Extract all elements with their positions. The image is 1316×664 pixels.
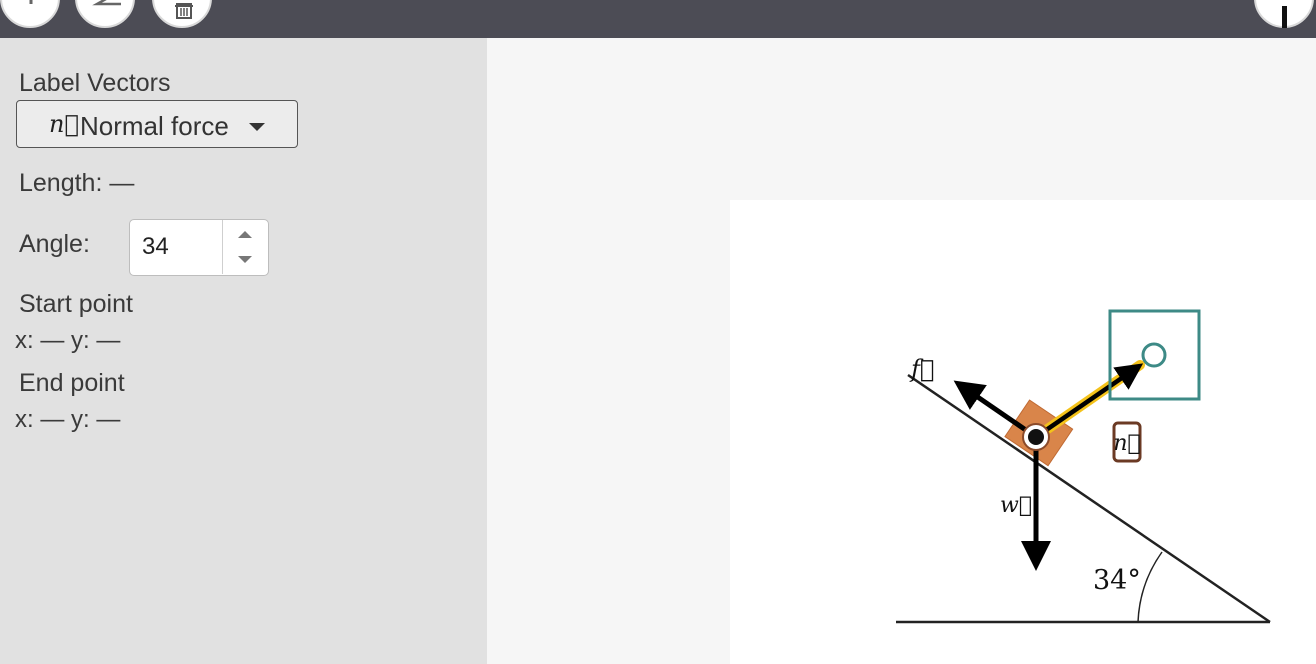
target-box bbox=[1108, 309, 1201, 401]
normal-label: n⃗ bbox=[1113, 431, 1140, 456]
endpoint-handle[interactable] bbox=[1141, 342, 1167, 368]
plus-icon bbox=[29, 0, 33, 4]
angle-input[interactable] bbox=[130, 220, 222, 274]
angle-arc bbox=[1137, 551, 1163, 623]
chevron-down-icon bbox=[249, 123, 265, 131]
info-icon bbox=[1282, 6, 1287, 28]
vector-name: Normal force bbox=[80, 111, 229, 141]
vector-select-dropdown[interactable]: n⃗ Normal force bbox=[16, 100, 298, 148]
label-vectors-heading: Label Vectors bbox=[19, 69, 171, 97]
length-label: Length: bbox=[19, 169, 103, 197]
sidebar: Label Vectors n⃗ Normal force Length: — … bbox=[0, 38, 487, 664]
add-vector-button[interactable] bbox=[0, 0, 60, 28]
angle-tool-button[interactable] bbox=[75, 0, 135, 28]
end-point-coords: x: — y: — bbox=[15, 406, 121, 433]
origin-dot bbox=[1028, 429, 1044, 445]
length-value: — bbox=[109, 169, 135, 197]
vector-symbol: n⃗ bbox=[49, 110, 79, 138]
friction-label: f⃗ bbox=[909, 355, 934, 383]
trash-icon bbox=[175, 3, 193, 19]
start-point-coords: x: — y: — bbox=[15, 327, 121, 354]
angle-stepper[interactable] bbox=[129, 219, 269, 276]
angle-icon bbox=[92, 0, 121, 6]
start-point-label: Start point bbox=[19, 290, 133, 318]
toolbar bbox=[0, 0, 1316, 38]
help-button[interactable] bbox=[1254, 0, 1314, 28]
end-point-label: End point bbox=[19, 369, 125, 397]
incline-angle-label: 34° bbox=[1093, 565, 1141, 596]
angle-label: Angle: bbox=[19, 230, 90, 258]
diagram-svg: n⃗ f⃗ w⃗ 34° bbox=[896, 309, 1271, 624]
weight-label: w⃗ bbox=[1000, 493, 1032, 518]
free-body-diagram[interactable]: n⃗ f⃗ w⃗ 34° bbox=[730, 200, 1316, 664]
length-row: Length: — bbox=[19, 169, 134, 198]
decrement-arrow-icon[interactable] bbox=[223, 247, 267, 274]
incline-line bbox=[907, 373, 1271, 624]
increment-arrow-icon[interactable] bbox=[223, 220, 267, 247]
delete-button[interactable] bbox=[152, 0, 212, 28]
